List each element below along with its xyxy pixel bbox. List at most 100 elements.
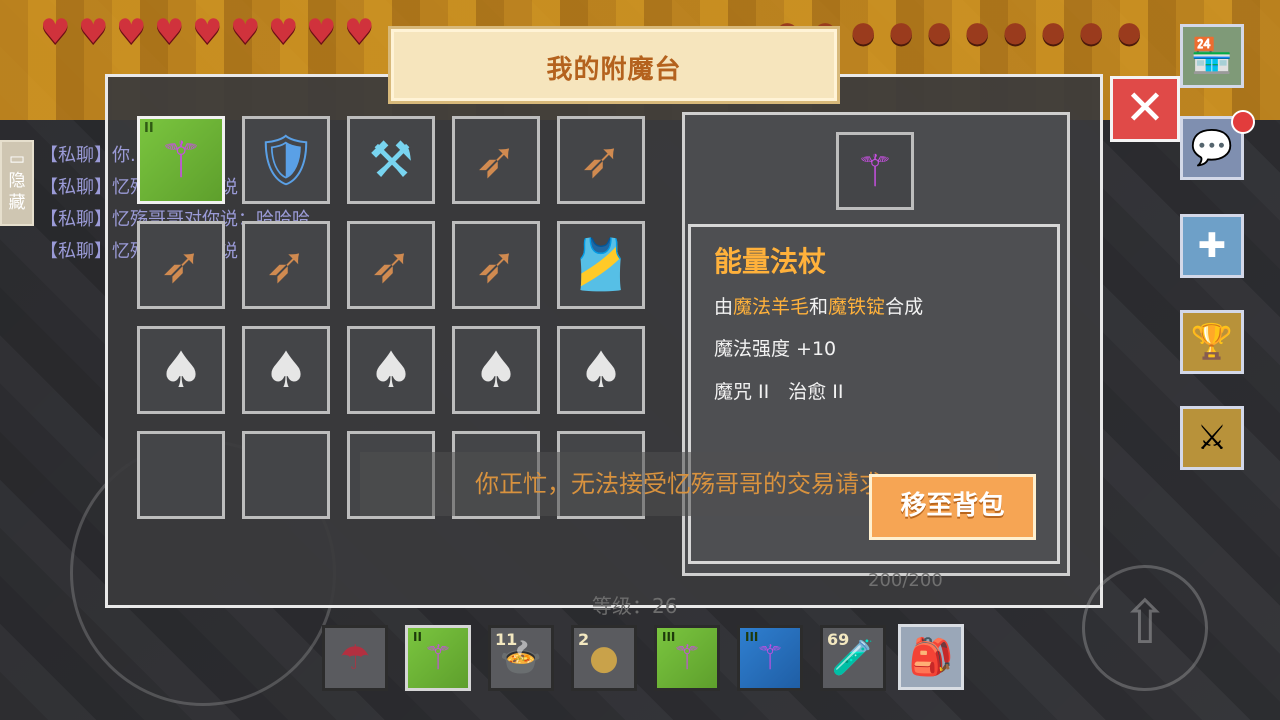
item-name: 能量法杖 [714, 245, 827, 278]
shovel-icon: ♠ [158, 341, 204, 399]
magic-staff-icon: ⚚ [754, 638, 786, 678]
heart-icon: ♥ [154, 12, 185, 52]
hotbar-slot[interactable]: ☂ [322, 625, 388, 691]
backpack-button[interactable]: 🎒 [898, 624, 964, 690]
red-armor-icon: 🎽 [569, 235, 633, 294]
notification-badge [1231, 110, 1255, 134]
jump-button[interactable]: ⇧ [1082, 565, 1208, 691]
heart-icon: ♥ [230, 12, 261, 52]
magic-staff-icon: ⚚ [422, 638, 454, 678]
chat-bubble-icon: 💬 [1190, 128, 1234, 168]
heart-icon: ♥ [192, 12, 223, 52]
recipe-ingredient-b: 魔铁锭 [828, 296, 886, 318]
heart-icon: ♥ [116, 12, 147, 52]
gold-ore-icon: ● [589, 638, 619, 678]
arrow-quiver-icon: ➶ [580, 131, 622, 189]
item-count: 69 [827, 630, 850, 649]
recipe-and: 和 [809, 296, 829, 318]
drumstick-icon: ● [1117, 15, 1142, 48]
hotbar-slot[interactable]: ⚚ III [737, 625, 803, 691]
hotbar-slot[interactable]: ⚚ III [654, 625, 720, 691]
drumstick-icon: ● [1041, 15, 1066, 48]
chat-hide-button[interactable]: ▭ 隐藏 [0, 140, 34, 226]
arrow-quiver-icon: ➶ [265, 236, 307, 294]
empty-inventory-slot[interactable] [137, 431, 225, 519]
drumstick-icon: ● [965, 15, 990, 48]
arrow-quiver-icon: ➶ [475, 131, 517, 189]
heart-icon: ♥ [40, 12, 71, 52]
inventory-slot[interactable]: ♠ [452, 326, 540, 414]
inventory-slot[interactable]: 🎽 [557, 221, 645, 309]
trophy-button[interactable]: 🏆 [1180, 310, 1244, 374]
heart-icon: ♥ [78, 12, 109, 52]
umbrella-icon: ☂ [339, 638, 371, 678]
add-button[interactable]: ✚ [1180, 214, 1244, 278]
enchant-level-label: II [413, 630, 422, 644]
plus-icon: ✚ [1197, 226, 1227, 266]
hotbar: ☂ ⚚ II 🍲 11 ● 2 ⚚ III ⚚ III 🧪 69 [322, 625, 886, 691]
title-banner: 我的附魔台 [388, 26, 840, 104]
enchant-level-label: III [745, 630, 759, 644]
inventory-slot[interactable]: ♠ [137, 326, 225, 414]
drumstick-icon: ● [1079, 15, 1104, 48]
inventory-slot[interactable]: ♠ [242, 326, 330, 414]
inventory-slot[interactable]: ♠ [347, 326, 435, 414]
heart-icon: ♥ [344, 12, 375, 52]
magic-staff-icon: ⚚ [671, 638, 703, 678]
item-count: 11 [495, 630, 518, 649]
chat-bubble-icon: ▭ [8, 149, 26, 169]
hotbar-slot[interactable]: 🧪 69 [820, 625, 886, 691]
shovel-icon: ♠ [368, 341, 414, 399]
inventory-slot[interactable]: ➶ [452, 116, 540, 204]
shield-badge-icon: 🛡 [254, 130, 318, 189]
item-enchants: 魔咒 II 治愈 II [714, 381, 844, 403]
level-label: 等级：26 [592, 594, 678, 618]
inventory-slot[interactable]: II ⚚ [137, 116, 225, 204]
item-count: 2 [578, 630, 590, 649]
hotbar-slot[interactable]: ⚚ II [405, 625, 471, 691]
arrow-quiver-icon: ➶ [370, 236, 412, 294]
inventory-slot[interactable]: ➶ [137, 221, 225, 309]
close-button[interactable]: ✕ [1110, 76, 1180, 142]
inventory-slot[interactable]: ➶ [347, 221, 435, 309]
shovel-icon: ♠ [578, 341, 624, 399]
page-title: 我的附魔台 [546, 55, 682, 85]
inventory-slot[interactable]: ⚒ [347, 116, 435, 204]
recipe-ingredient-a: 魔法羊毛 [733, 296, 810, 318]
shop-icon: 🏪 [1190, 36, 1234, 76]
arrow-quiver-icon: ➶ [160, 236, 202, 294]
trophy-icon: 🏆 [1190, 322, 1234, 362]
diamond-hammer-icon: ⚒ [368, 131, 414, 189]
inventory-slot[interactable]: ➶ [557, 116, 645, 204]
drumstick-icon: ● [1003, 15, 1028, 48]
inventory-slot[interactable]: ➶ [452, 221, 540, 309]
item-recipe: 由魔法羊毛和魔铁锭合成 [714, 292, 923, 319]
empty-inventory-slot[interactable] [242, 431, 330, 519]
hotbar-slot[interactable]: ● 2 [571, 625, 637, 691]
shovel-icon: ♠ [263, 341, 309, 399]
drumstick-icon: ● [889, 15, 914, 48]
inventory-slot[interactable]: ♠ [557, 326, 645, 414]
crossed-swords-icon: ⚔ [1196, 418, 1228, 458]
shop-button[interactable]: 🏪 [1180, 24, 1244, 88]
backpack-icon: 🎒 [908, 637, 954, 678]
inventory-slot[interactable]: 🛡 [242, 116, 330, 204]
item-stat: 魔法强度 +10 [714, 338, 837, 360]
drumstick-icon: ● [851, 15, 876, 48]
heart-icon: ♥ [306, 12, 337, 52]
arrow-quiver-icon: ➶ [475, 236, 517, 294]
heart-icon: ♥ [268, 12, 299, 52]
recipe-suffix: 合成 [885, 296, 924, 318]
inventory-slot[interactable]: ➶ [242, 221, 330, 309]
move-to-backpack-button[interactable]: 移至背包 [869, 474, 1036, 540]
chat-hide-label: 隐藏 [8, 171, 26, 213]
battle-button[interactable]: ⚔ [1180, 406, 1244, 470]
drumstick-icon: ● [927, 15, 952, 48]
hotbar-slot[interactable]: 🍲 11 [488, 625, 554, 691]
arrow-up-icon: ⇧ [1119, 588, 1171, 658]
enchant-level-label: III [662, 630, 676, 644]
shovel-icon: ♠ [473, 341, 519, 399]
hp-readout: 200/200 [868, 570, 943, 591]
recipe-prefix: 由 [714, 296, 734, 318]
magic-staff-icon: ⚚ [158, 131, 204, 189]
